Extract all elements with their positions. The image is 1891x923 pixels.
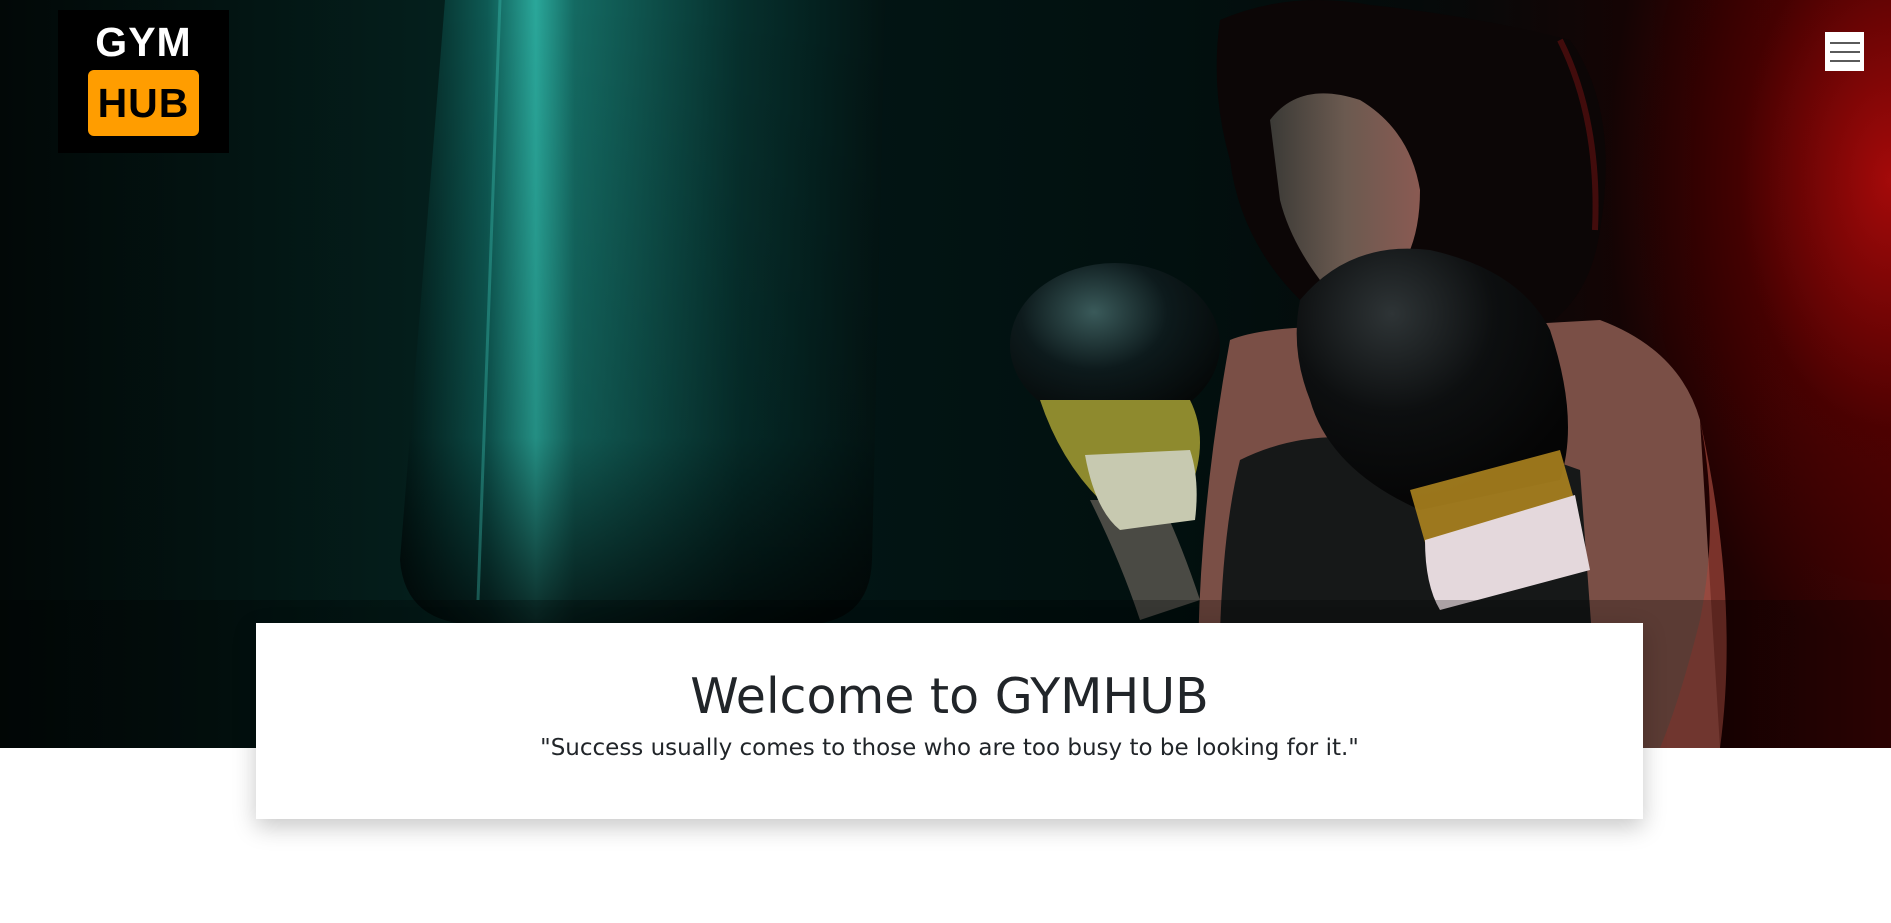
hamburger-menu-icon xyxy=(1829,41,1860,44)
hamburger-menu-button[interactable] xyxy=(1825,32,1864,71)
hamburger-menu-icon-bar xyxy=(1829,50,1860,53)
welcome-quote: "Success usually comes to those who are … xyxy=(540,735,1359,761)
welcome-title: Welcome to GYMHUB xyxy=(690,668,1209,725)
hamburger-menu-icon-bar xyxy=(1829,59,1860,62)
welcome-card: Welcome to GYMHUB "Success usually comes… xyxy=(256,623,1643,819)
logo-text-gym: GYM xyxy=(95,19,192,65)
page: GYM HUB Welcome to GYMHUB "Success usual… xyxy=(0,0,1891,923)
logo-text-hub: HUB xyxy=(88,70,199,136)
gymhub-logo[interactable]: GYM HUB xyxy=(58,10,229,153)
